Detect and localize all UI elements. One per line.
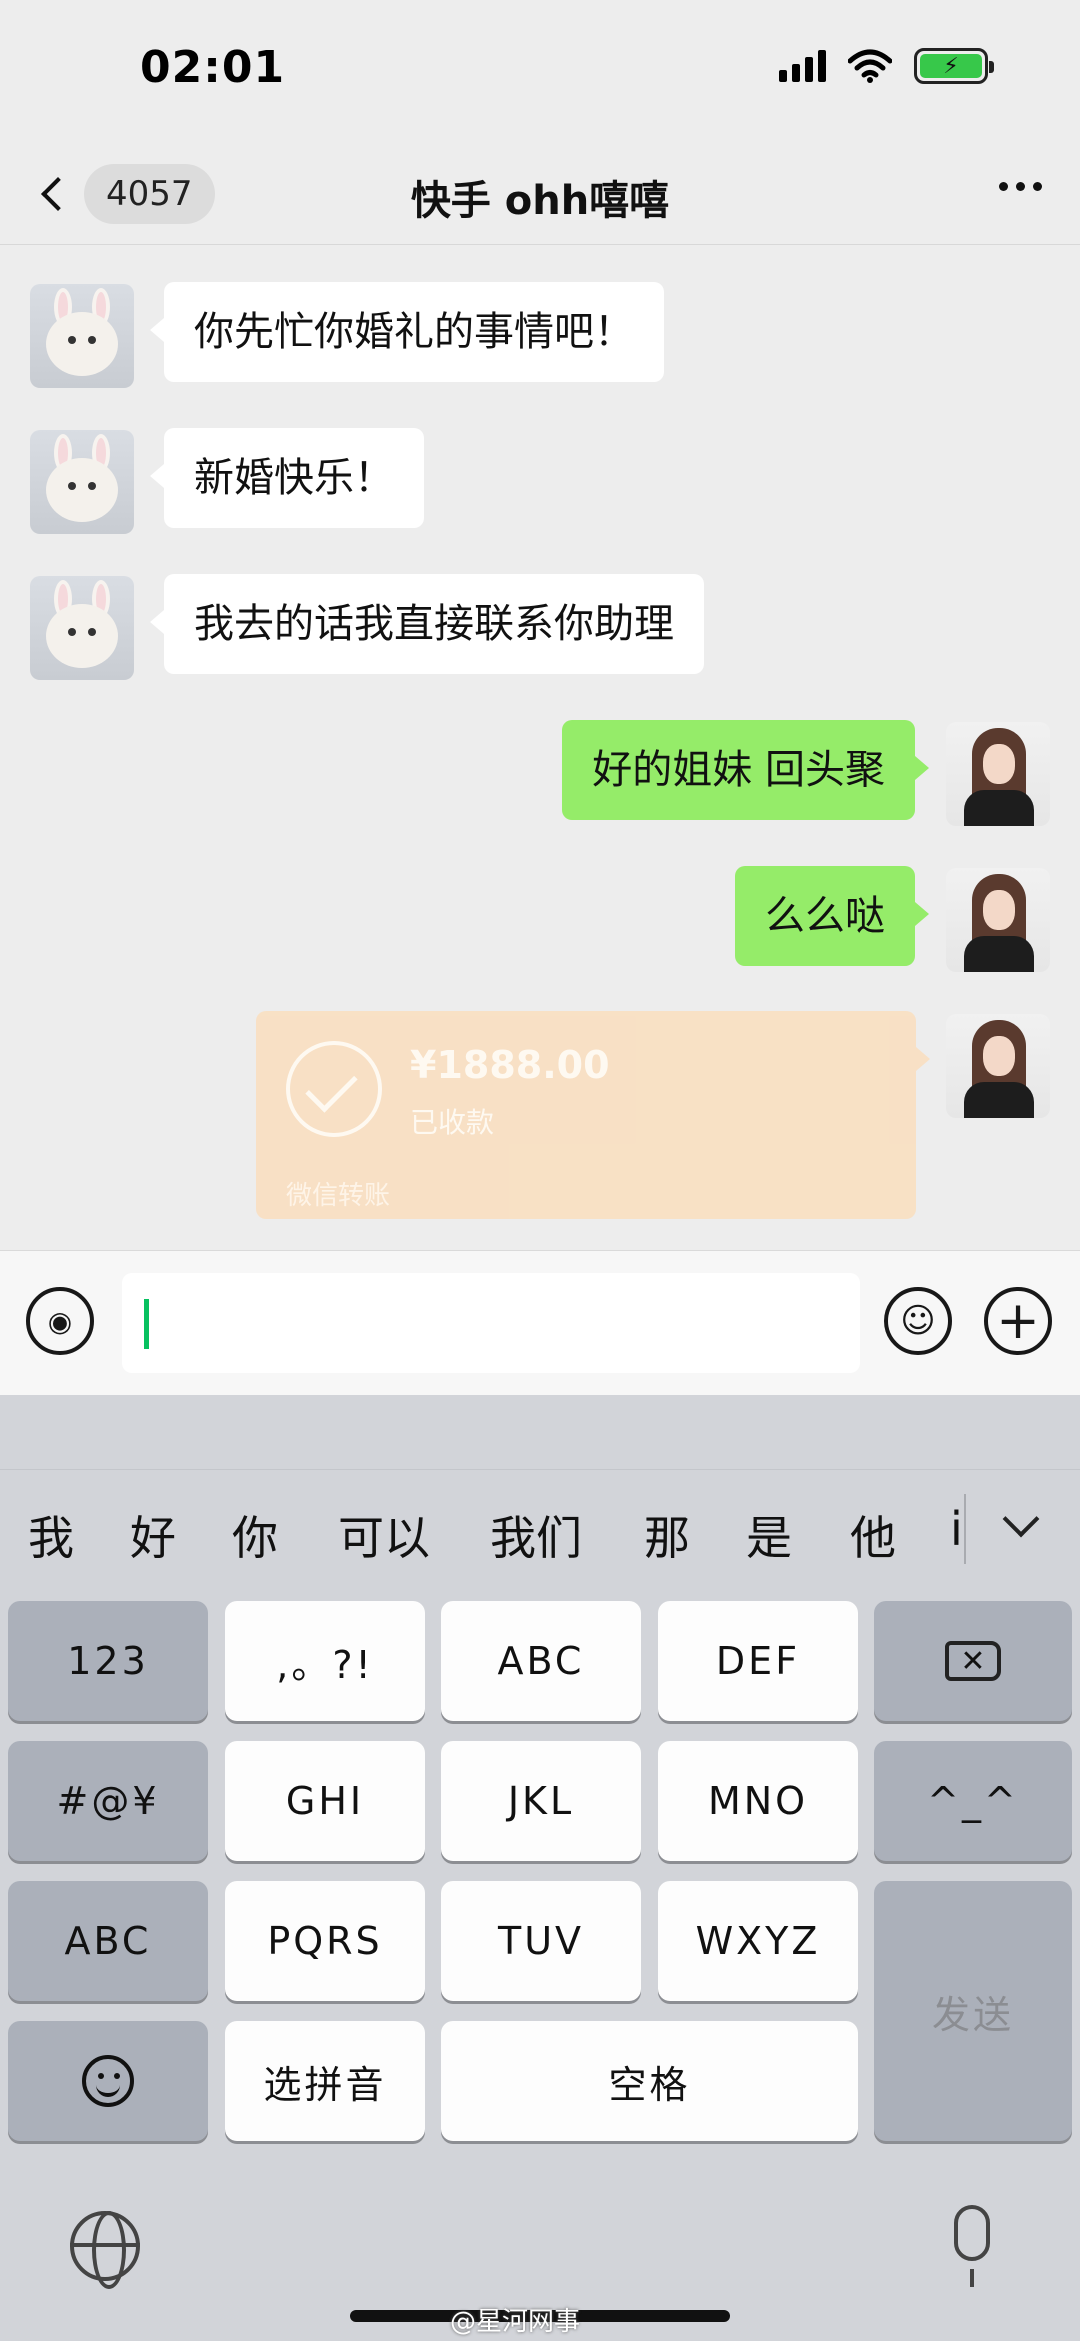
more-actions-button[interactable]: + xyxy=(984,1287,1052,1355)
chat-title: 快手 ohh嘻嘻 xyxy=(410,178,670,224)
message-list[interactable]: 你先忙你婚礼的事情吧！ 新婚快乐！ 我去的话我直接联系你助理 好的姐妹 回头聚 … xyxy=(0,246,1080,1250)
rabbit-eye-shape xyxy=(88,336,96,344)
key-jkl[interactable]: JKL xyxy=(441,1741,641,1861)
status-time: 02:01 xyxy=(140,42,286,93)
key-delete[interactable]: ✕ xyxy=(874,1601,1072,1721)
smiley-icon: ☺ xyxy=(900,1301,936,1341)
rabbit-face-shape xyxy=(46,458,118,522)
smiley-icon xyxy=(82,2055,134,2107)
jacket-shape xyxy=(964,936,1034,972)
key-123[interactable]: 123 xyxy=(8,1601,208,1721)
candidate-word[interactable]: 你 xyxy=(232,1502,278,1568)
rabbit-eye-shape xyxy=(68,628,76,636)
voice-icon: ◉ xyxy=(47,1304,73,1338)
transfer-status: 已收款 xyxy=(410,1106,495,1139)
status-icons: ⚡ xyxy=(779,48,994,84)
key-emoticon[interactable]: ^_^ xyxy=(874,1741,1072,1861)
composer-bar: ◉ ☺ + xyxy=(0,1250,1080,1395)
chat-header: 4057 快手 ohh嘻嘻 xyxy=(0,150,1080,245)
pinyin-keyboard: 我 好 你 可以 我们 那 是 他 i 123 ,。?! ABC DEF ✕ #… xyxy=(0,1395,1080,2341)
candidate-divider xyxy=(964,1494,966,1564)
key-abc[interactable]: ABC xyxy=(441,1601,641,1721)
key-send[interactable]: 发送 xyxy=(874,1881,1072,2141)
face-shape xyxy=(983,744,1015,784)
candidate-bar: 我 好 你 可以 我们 那 是 他 i xyxy=(0,1469,1080,1589)
candidate-word[interactable]: 他 xyxy=(850,1502,896,1568)
message-bubble-outgoing[interactable]: 么么哒 xyxy=(735,866,929,966)
message-bubble-incoming[interactable]: 新婚快乐！ xyxy=(150,428,424,528)
key-def[interactable]: DEF xyxy=(658,1601,858,1721)
transfer-card[interactable]: ¥1888.00 已收款 微信转账 xyxy=(256,1011,930,1219)
emoji-button[interactable]: ☺ xyxy=(884,1287,952,1355)
status-bar: 02:01 ⚡ xyxy=(0,0,1080,150)
candidate-word[interactable]: 是 xyxy=(746,1502,792,1568)
key-space[interactable]: 空格 xyxy=(441,2021,858,2141)
jacket-shape xyxy=(964,790,1034,826)
more-dot-icon xyxy=(1033,182,1042,191)
more-dot-icon xyxy=(1016,182,1025,191)
globe-icon[interactable] xyxy=(70,2211,140,2289)
transfer-amount: ¥1888.00 xyxy=(410,1043,610,1087)
battery-charging-icon: ⚡ xyxy=(920,54,982,79)
contact-avatar[interactable] xyxy=(30,284,134,388)
face-shape xyxy=(983,1036,1015,1076)
candidate-word[interactable]: 那 xyxy=(644,1502,690,1568)
plus-icon: + xyxy=(996,1291,1040,1351)
my-avatar[interactable] xyxy=(946,1014,1050,1118)
battery-icon: ⚡ xyxy=(914,48,994,84)
more-options-button[interactable] xyxy=(999,182,1042,191)
key-pqrs[interactable]: PQRS xyxy=(225,1881,425,2001)
chevron-down-icon[interactable] xyxy=(1002,1500,1040,1538)
wifi-icon xyxy=(848,49,892,83)
message-bubble-incoming[interactable]: 我去的话我直接联系你助理 xyxy=(150,574,704,674)
face-shape xyxy=(983,890,1015,930)
key-abc-mode[interactable]: ABC xyxy=(8,1881,208,2001)
jacket-shape xyxy=(964,1082,1034,1118)
rabbit-face-shape xyxy=(46,312,118,376)
contact-avatar[interactable] xyxy=(30,430,134,534)
contact-avatar[interactable] xyxy=(30,576,134,680)
my-avatar[interactable] xyxy=(946,868,1050,972)
message-input[interactable] xyxy=(122,1273,860,1373)
candidate-word[interactable]: i xyxy=(950,1502,963,1556)
message-bubble-outgoing[interactable]: 好的姐妹 回头聚 xyxy=(562,720,929,820)
key-tuv[interactable]: TUV xyxy=(441,1881,641,2001)
candidate-word[interactable]: 可以 xyxy=(338,1502,430,1568)
microphone-icon[interactable] xyxy=(954,2205,990,2287)
send-label: 发送 xyxy=(931,1992,1014,2037)
key-mno[interactable]: MNO xyxy=(658,1741,858,1861)
key-wxyz[interactable]: WXYZ xyxy=(658,1881,858,2001)
candidate-word[interactable]: 我们 xyxy=(490,1502,582,1568)
message-bubble-incoming[interactable]: 你先忙你婚礼的事情吧！ xyxy=(150,282,664,382)
transfer-type-label: 微信转账 xyxy=(286,1181,391,1211)
key-symbols[interactable]: #@¥ xyxy=(8,1741,208,1861)
text-cursor xyxy=(144,1299,149,1349)
key-ghi[interactable]: GHI xyxy=(225,1741,425,1861)
watermark: @星河网事 xyxy=(450,2307,581,2337)
rabbit-eye-shape xyxy=(88,482,96,490)
candidate-word[interactable]: 我 xyxy=(28,1502,74,1568)
rabbit-eye-shape xyxy=(68,336,76,344)
check-circle-icon xyxy=(286,1041,382,1137)
key-emoji[interactable] xyxy=(8,2021,208,2141)
rabbit-eye-shape xyxy=(88,628,96,636)
my-avatar[interactable] xyxy=(946,722,1050,826)
rabbit-eye-shape xyxy=(68,482,76,490)
rabbit-face-shape xyxy=(46,604,118,668)
candidate-word[interactable]: 好 xyxy=(130,1502,176,1568)
more-dot-icon xyxy=(999,182,1008,191)
backspace-icon: ✕ xyxy=(945,1641,1001,1681)
key-select-pinyin[interactable]: 选拼音 xyxy=(225,2021,425,2141)
key-punctuation[interactable]: ,。?! xyxy=(225,1601,425,1721)
cellular-signal-icon xyxy=(779,50,826,82)
voice-input-button[interactable]: ◉ xyxy=(26,1287,94,1355)
